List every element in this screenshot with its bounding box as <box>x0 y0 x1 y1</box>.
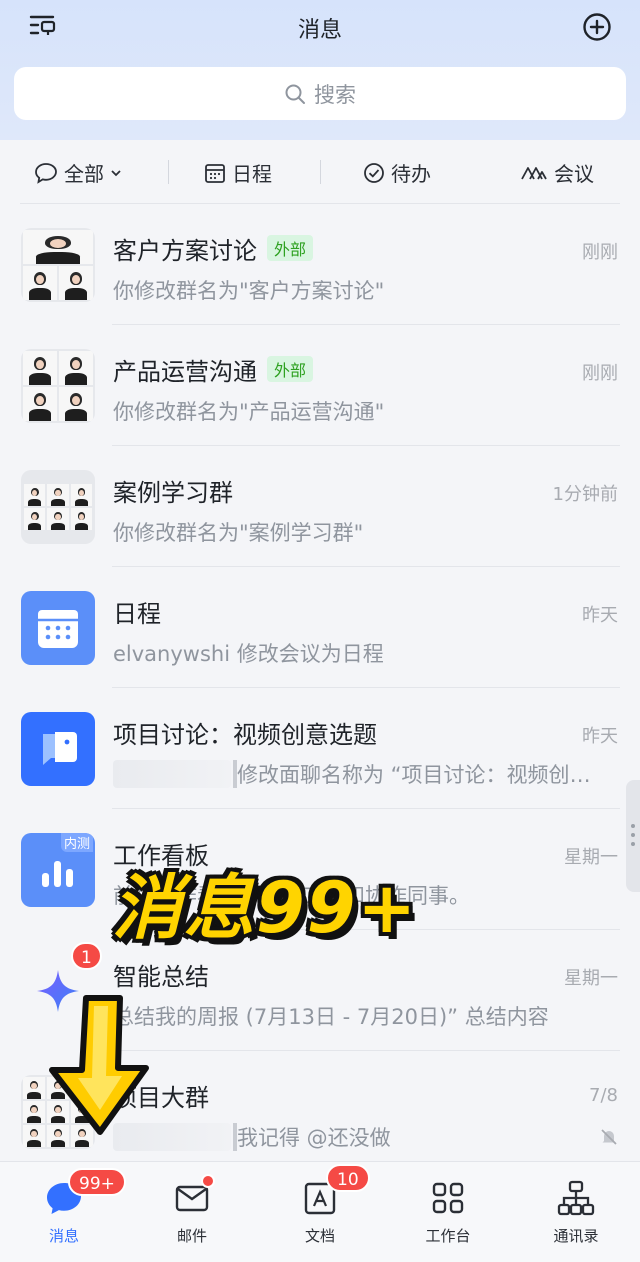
chat-time: 昨天 <box>582 605 618 626</box>
nav-workplace-label: 工作台 <box>425 1227 471 1245</box>
filter-todo[interactable]: 待办 <box>363 158 431 187</box>
chat-name: 日程 <box>113 600 161 628</box>
org-chart-icon <box>557 1180 595 1216</box>
chat-preview: elvanywshi 修改会议为日程 <box>113 642 384 666</box>
meeting-icon <box>521 166 547 179</box>
header: 消息 搜索 <box>0 0 640 140</box>
chat-name-text: 客户方案讨论 <box>113 237 257 265</box>
unread-badge: 1 <box>71 942 102 970</box>
group-avatar <box>21 349 95 423</box>
promo-overlay-text: 消息99+ <box>112 867 419 949</box>
chat-preview: 你修改群名为"产品运营沟通" <box>113 400 385 424</box>
chat-time: 1分钟前 <box>552 484 618 505</box>
divider <box>168 160 169 184</box>
external-tag: 外部 <box>267 356 314 382</box>
nav-contacts-label: 通讯录 <box>553 1227 599 1245</box>
dashboard-app-icon: 内测 <box>21 833 95 907</box>
side-drawer-handle[interactable] <box>626 780 640 892</box>
chevron-down-icon <box>111 169 121 176</box>
chat-item[interactable]: 产品运营沟通 外部 刚刚 你修改群名为"产品运营沟通" <box>0 325 640 446</box>
chat-preview: 你修改群名为"案例学习群" <box>113 521 364 545</box>
nav-messages[interactable]: 99+ 消息 <box>0 1162 128 1262</box>
search-input[interactable]: 搜索 <box>14 67 626 120</box>
search-icon <box>285 84 305 104</box>
nav-workplace[interactable]: 工作台 <box>384 1162 512 1262</box>
group-avatar <box>21 228 95 302</box>
chat-name: 产品运营沟通 外部 <box>113 352 314 387</box>
discussion-app-icon <box>21 712 95 786</box>
chat-time: 星期一 <box>564 847 618 868</box>
filter-schedule-label: 日程 <box>232 162 272 186</box>
docs-count-badge: 10 <box>326 1164 370 1192</box>
chat-time: 7/8 <box>589 1085 618 1106</box>
unread-count-badge: 99+ <box>68 1168 126 1196</box>
nav-docs[interactable]: 10 文档 <box>256 1162 384 1262</box>
filter-bar: 全部 日程 待办 会议 <box>0 140 640 204</box>
filter-schedule[interactable]: 日程 <box>204 158 272 187</box>
chat-time: 刚刚 <box>582 242 618 263</box>
chat-item[interactable]: 客户方案讨论 外部 刚刚 你修改群名为"客户方案讨论" <box>0 204 640 325</box>
nav-messages-label: 消息 <box>48 1227 79 1245</box>
calendar-app-icon <box>21 591 95 665</box>
pointing-arrow-icon <box>49 995 149 1135</box>
nav-mail[interactable]: 邮件 <box>128 1162 256 1262</box>
filter-all[interactable]: 全部 <box>34 158 124 187</box>
filter-meeting[interactable]: 会议 <box>520 158 594 187</box>
notification-dot <box>201 1174 215 1188</box>
divider <box>320 160 321 184</box>
nav-docs-label: 文档 <box>304 1227 335 1245</box>
chat-time: 刚刚 <box>582 363 618 384</box>
chat-item[interactable]: 项目讨论：视频创意选题 昨天 修改面聊名称为 “项目讨论：视频创意选题” <box>0 688 640 809</box>
filter-todo-label: 待办 <box>391 162 431 186</box>
search-placeholder: 搜索 <box>314 82 356 107</box>
group-avatar <box>21 470 95 544</box>
chat-name-text: 产品运营沟通 <box>113 358 257 386</box>
chat-name: 项目讨论：视频创意选题 <box>113 721 377 749</box>
chat-bubble-icon <box>35 162 57 184</box>
chat-item[interactable]: 案例学习群 1分钟前 你修改群名为"案例学习群" <box>0 446 640 567</box>
app-grid-icon <box>432 1182 464 1214</box>
check-circle-icon <box>364 162 384 183</box>
chat-name: 客户方案讨论 外部 <box>113 231 314 266</box>
chat-item[interactable]: 日程 昨天 elvanywshi 修改会议为日程 <box>0 567 640 688</box>
add-icon[interactable] <box>582 12 612 42</box>
chat-preview: 修改面聊名称为 “项目讨论：视频创意选题” <box>237 763 597 787</box>
chat-name: 案例学习群 <box>113 479 233 507</box>
bottom-nav: 99+ 消息 邮件 10 文档 工作台 通讯录 <box>0 1161 640 1262</box>
beta-badge: 内测 <box>60 833 93 852</box>
chat-time: 星期一 <box>564 968 618 989</box>
filter-all-label: 全部 <box>64 162 104 186</box>
chat-time: 昨天 <box>582 726 618 747</box>
chat-name: 智能总结 <box>113 963 209 991</box>
chat-preview: 我记得 @还没做 <box>237 1126 391 1150</box>
chat-preview: 你修改群名为"客户方案讨论" <box>113 279 385 303</box>
filter-meeting-label: 会议 <box>554 162 594 186</box>
redacted-sender <box>113 760 231 788</box>
page-title: 消息 <box>297 18 342 43</box>
chat-preview: 总结我的周报 (7月13日 - 7月20日)” 总结内容 <box>113 1005 549 1029</box>
calendar-icon <box>205 163 225 183</box>
nav-mail-label: 邮件 <box>176 1227 207 1245</box>
mute-bell-icon <box>600 1128 618 1150</box>
external-tag: 外部 <box>267 235 314 261</box>
nav-contacts[interactable]: 通讯录 <box>512 1162 640 1262</box>
